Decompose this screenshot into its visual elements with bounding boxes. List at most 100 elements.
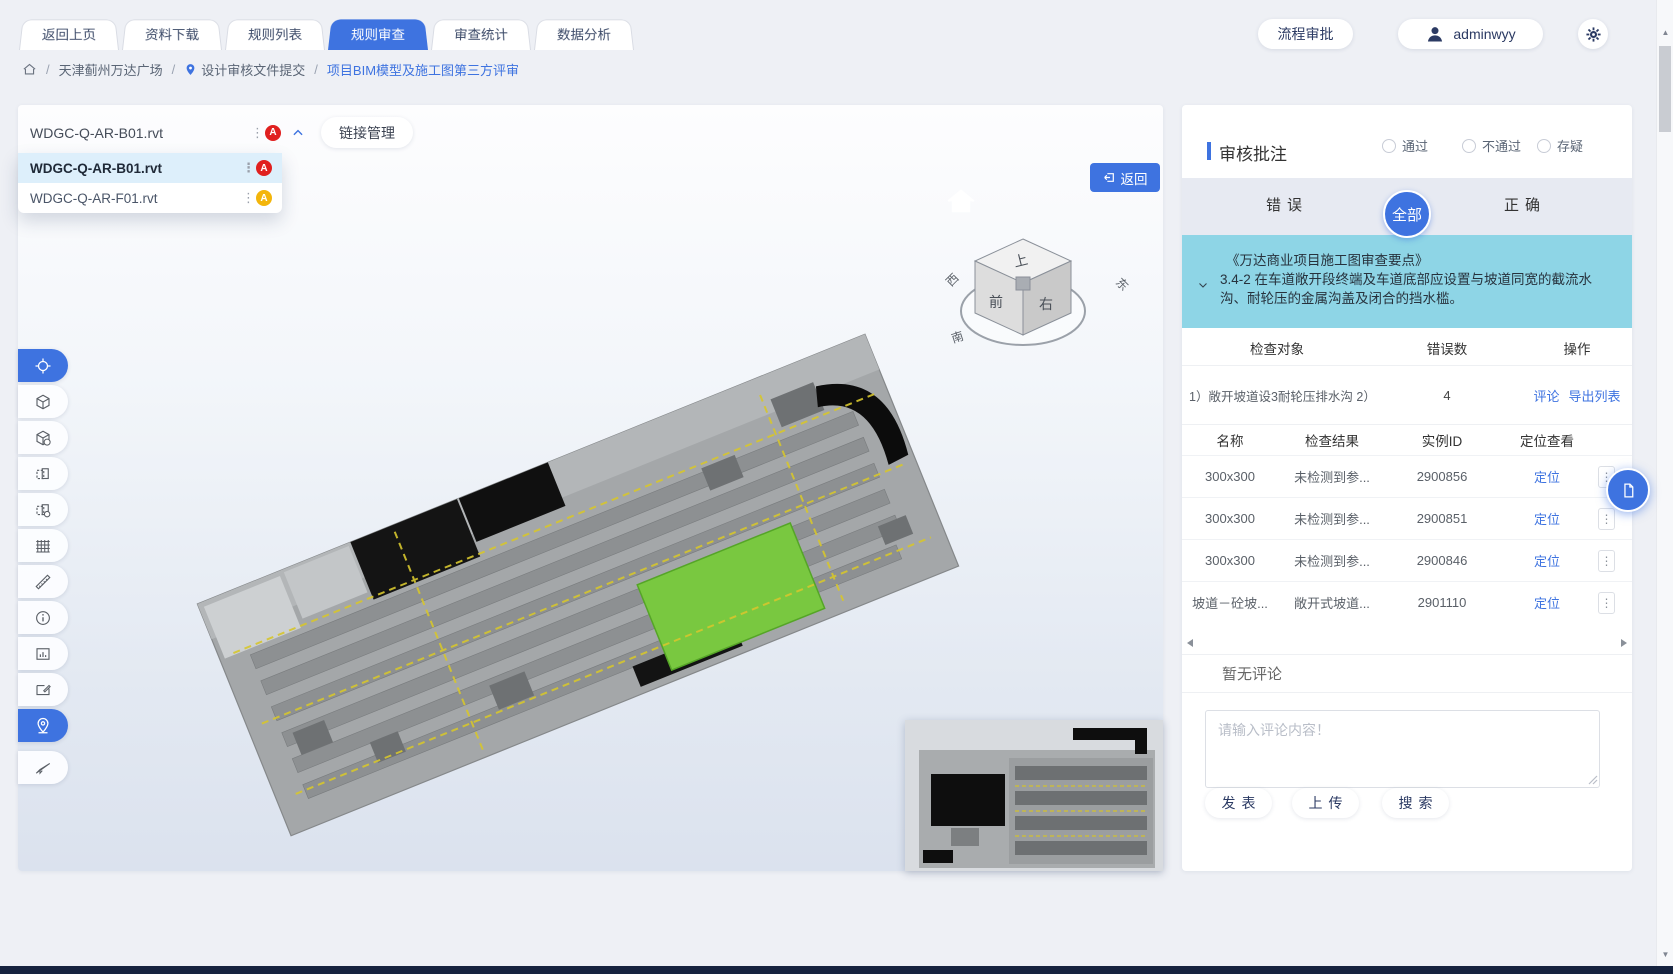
model-isolate-cube-icon: [34, 429, 52, 447]
radio-doubt[interactable]: 存疑: [1537, 136, 1583, 155]
panel-title-accent-bar: [1207, 142, 1211, 160]
dropdown-item-file-b01[interactable]: WDGC-Q-AR-B01.rvt ⋮ A: [18, 153, 282, 183]
radio-circle-icon: [1462, 139, 1476, 153]
tab-label: 数据分析: [556, 26, 611, 45]
tool-measure[interactable]: [18, 565, 68, 598]
row-more-button[interactable]: ⋮: [1598, 592, 1615, 614]
radio-label: 存疑: [1557, 136, 1583, 155]
cube-front-label: 前: [989, 294, 1003, 310]
file-more-handle-icon[interactable]: ⋮: [251, 125, 261, 141]
settings-button[interactable]: [1578, 19, 1608, 49]
rule-collapse-chevron-icon[interactable]: [1196, 279, 1210, 291]
tab-rule-list[interactable]: 规则列表: [225, 19, 325, 50]
locate-link[interactable]: 定位: [1498, 467, 1596, 486]
upload-attachment-button[interactable]: 上传: [1292, 788, 1359, 818]
filter-tab-all[interactable]: 全部: [1383, 190, 1431, 238]
ruler-icon: [34, 573, 52, 591]
location-pin-icon: [184, 62, 197, 77]
filter-tab-label: 正确: [1504, 197, 1546, 214]
locate-link[interactable]: 定位: [1498, 509, 1596, 528]
instance-id: 2900846: [1386, 553, 1498, 568]
link-manage-label: 链接管理: [339, 123, 395, 143]
compass-west-label: 西: [943, 271, 961, 289]
detail-table-row: 300x300 未检测到参... 2900851 定位 ⋮: [1182, 497, 1632, 539]
breadcrumb-label: 设计审核文件提交: [201, 60, 305, 79]
top-tab-bar: 返回上页 资料下载 规则列表 规则审查 审查统计 数据分析: [19, 17, 634, 50]
scroll-up-arrow-icon[interactable]: ▲: [1657, 28, 1673, 37]
section-plane-icon: [34, 501, 52, 519]
textarea-resize-handle[interactable]: [1586, 773, 1598, 785]
scroll-down-arrow-icon[interactable]: ▼: [1657, 950, 1673, 959]
dropdown-file-label: WDGC-Q-AR-F01.rvt: [30, 191, 242, 206]
filter-tab-errors[interactable]: 错误: [1266, 194, 1308, 215]
document-icon: [1620, 482, 1637, 499]
reset-view-home-icon[interactable]: [943, 185, 979, 219]
active-rule-card[interactable]: 《万达商业项目施工图审查要点》 3.4-2 在车道敞开段终端及车道底部应设置与坡…: [1182, 235, 1632, 328]
tab-downloads[interactable]: 资料下载: [122, 19, 222, 50]
radio-fail[interactable]: 不通过: [1462, 136, 1521, 155]
model-file-select[interactable]: WDGC-Q-AR-B01.rvt ⋮ A: [18, 112, 313, 153]
tool-model-tree[interactable]: [18, 385, 68, 418]
view-cube[interactable]: 西 南 东 上 前 右: [923, 223, 1158, 358]
snapshot-chart-icon: [34, 645, 52, 663]
tab-back-home[interactable]: 返回上页: [19, 19, 119, 50]
tool-send[interactable]: [18, 751, 68, 784]
page-vertical-scrollbar[interactable]: ▲ ▼: [1656, 0, 1673, 966]
tab-label: 审查统计: [453, 26, 508, 45]
check-result: 未检测到参...: [1278, 509, 1386, 528]
user-menu[interactable]: adminwyy: [1398, 19, 1543, 49]
tool-locate-crosshair[interactable]: [18, 349, 68, 382]
comment-input[interactable]: [1205, 710, 1600, 788]
table-horizontal-scrollbar[interactable]: [1182, 629, 1632, 655]
row-more-button[interactable]: ⋮: [1598, 550, 1615, 572]
filter-tab-correct[interactable]: 正确: [1504, 194, 1546, 215]
floorplan-minimap[interactable]: [905, 720, 1163, 871]
detail-col-id: 实例ID: [1386, 430, 1498, 450]
empty-comments-text: 暂无评论: [1222, 663, 1282, 684]
tool-annotate[interactable]: [18, 673, 68, 706]
file-more-handle-icon[interactable]: ⋮: [242, 160, 252, 176]
tool-grid[interactable]: [18, 529, 68, 562]
element-name: 坡道－砼坡...: [1182, 593, 1278, 612]
dropdown-item-file-f01[interactable]: WDGC-Q-AR-F01.rvt ⋮ A: [18, 183, 282, 213]
tool-issue-pin[interactable]: [18, 709, 68, 742]
tab-rule-review[interactable]: 规则审查: [328, 19, 428, 50]
tool-info[interactable]: [18, 601, 68, 634]
breadcrumb-home[interactable]: [22, 62, 37, 77]
scroll-left-arrow-icon[interactable]: [1187, 639, 1193, 647]
check-result: 未检测到参...: [1278, 467, 1386, 486]
search-comments-button[interactable]: 搜索: [1382, 788, 1449, 818]
radio-pass[interactable]: 通过: [1382, 136, 1428, 155]
tool-snapshot[interactable]: [18, 637, 68, 670]
detail-table-row: 300x300 未检测到参... 2900856 定位 ⋮: [1182, 455, 1632, 497]
chevron-up-icon[interactable]: [291, 126, 305, 140]
workflow-approval-button[interactable]: 流程审批: [1258, 19, 1353, 49]
panel-title: 审核批注: [1219, 140, 1287, 165]
tool-model-isolate[interactable]: [18, 421, 68, 454]
row-more-button[interactable]: ⋮: [1598, 508, 1615, 530]
comment-link[interactable]: 评论: [1533, 386, 1559, 405]
tool-section-plane[interactable]: [18, 493, 68, 526]
home-icon: [22, 62, 37, 77]
viewer-back-button[interactable]: 返回: [1090, 163, 1160, 192]
breadcrumb-submission[interactable]: 设计审核文件提交: [184, 60, 305, 79]
filter-tab-label: 全部: [1392, 204, 1422, 225]
summary-table-row[interactable]: 1）敞开坡道设3耐轮压排水沟 2）封闭 4 评论 导出列表: [1182, 366, 1632, 425]
breadcrumb-project[interactable]: 天津蓟州万达广场: [59, 60, 163, 79]
model-viewport[interactable]: WDGC-Q-AR-B01.rvt ⋮ A 链接管理 WDGC-Q-AR-B01…: [18, 105, 1163, 871]
locate-link[interactable]: 定位: [1498, 593, 1596, 612]
document-fab-button[interactable]: [1606, 468, 1650, 512]
file-more-handle-icon[interactable]: ⋮: [242, 190, 252, 206]
radio-label: 通过: [1402, 136, 1428, 155]
locate-link[interactable]: 定位: [1498, 551, 1596, 570]
link-manage-button[interactable]: 链接管理: [321, 117, 413, 148]
tool-section-box[interactable]: [18, 457, 68, 490]
publish-comment-button[interactable]: 发表: [1205, 788, 1272, 818]
tab-data-analysis[interactable]: 数据分析: [534, 19, 634, 50]
scroll-right-arrow-icon[interactable]: [1621, 639, 1627, 647]
export-list-link[interactable]: 导出列表: [1569, 386, 1621, 405]
breadcrumb-label: 项目BIM模型及施工图第三方评审: [327, 60, 519, 79]
scrollbar-thumb[interactable]: [1659, 46, 1671, 132]
check-result: 敞开式坡道...: [1278, 593, 1386, 612]
tab-review-stats[interactable]: 审查统计: [431, 19, 531, 50]
